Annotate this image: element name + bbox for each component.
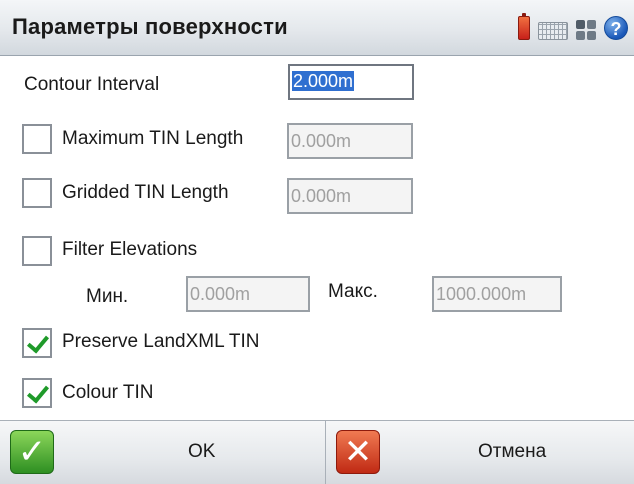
filter-elevations-checkbox[interactable] (22, 236, 52, 266)
max-tin-length-field[interactable]: 0.000m (287, 123, 413, 159)
page-title: Параметры поверхности (12, 14, 288, 39)
min-elevation-label: Мин. (86, 286, 129, 307)
bottom-button-bar: ✓ OK ✕ Отмена (0, 420, 634, 484)
filter-elevations-label: Filter Elevations (62, 239, 198, 260)
gridded-tin-length-checkbox[interactable] (22, 178, 52, 208)
contour-interval-value: 2.000m (292, 71, 355, 91)
colour-tin-label: Colour TIN (62, 382, 154, 403)
contour-interval-field[interactable]: 2.000m (288, 64, 414, 100)
cancel-button[interactable]: ✕ Отмена (326, 421, 634, 484)
help-icon[interactable]: ? (604, 16, 628, 40)
keyboard-icon[interactable] (538, 22, 568, 40)
max-tin-length-label: Maximum TIN Length (62, 128, 244, 149)
max-tin-length-checkbox[interactable] (22, 124, 52, 154)
gridded-tin-length-label: Gridded TIN Length (62, 182, 229, 203)
battery-icon[interactable] (518, 13, 530, 40)
cancel-button-label: Отмена (478, 441, 547, 462)
ok-button[interactable]: ✓ OK (0, 421, 326, 484)
gridded-tin-length-field[interactable]: 0.000m (287, 178, 413, 214)
preserve-landxml-tin-label: Preserve LandXML TIN (62, 331, 260, 352)
max-elevation-field[interactable]: 1000.000m (432, 276, 562, 312)
max-elevation-label: Макс. (328, 281, 378, 302)
colour-tin-checkbox[interactable] (22, 378, 52, 408)
contour-interval-label: Contour Interval (24, 74, 160, 95)
preserve-landxml-tin-checkbox[interactable] (22, 328, 52, 358)
check-icon: ✓ (10, 430, 54, 474)
title-bar: Параметры поверхности ? (0, 0, 634, 56)
ok-button-label: OK (188, 441, 216, 462)
min-elevation-field[interactable]: 0.000m (186, 276, 310, 312)
grid-icon[interactable] (576, 20, 596, 40)
close-icon: ✕ (336, 430, 380, 474)
